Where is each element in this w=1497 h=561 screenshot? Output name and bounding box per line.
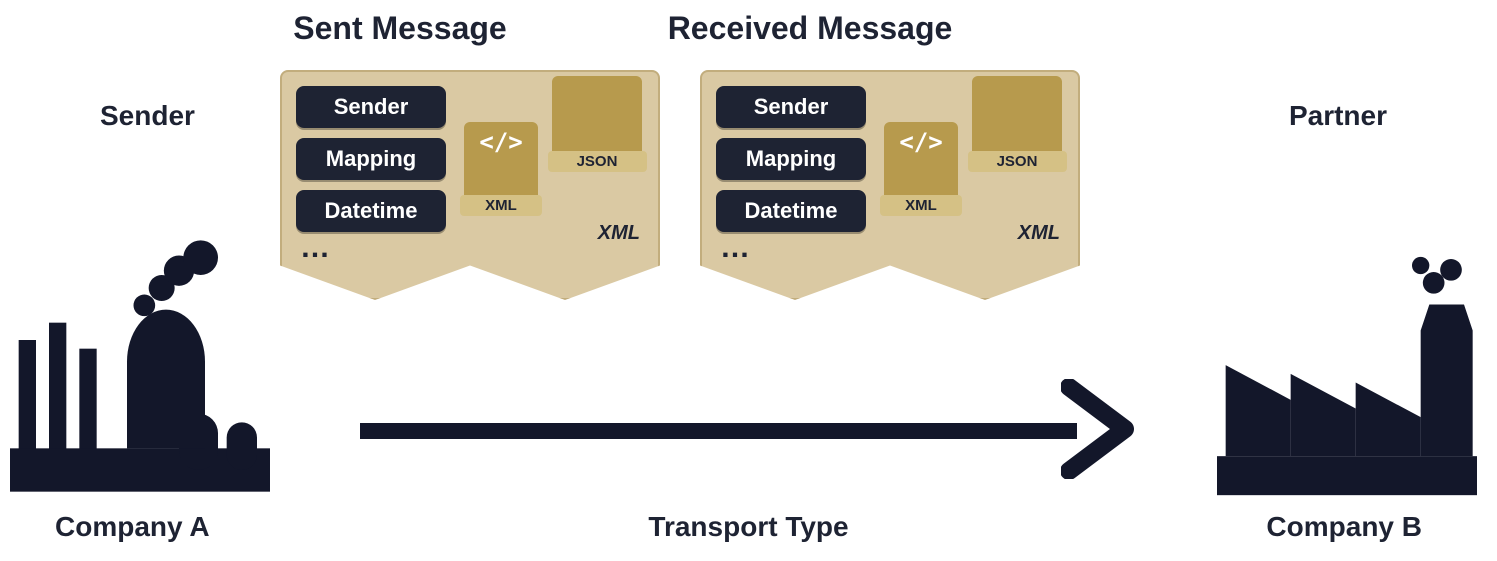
company-b-factory-icon xyxy=(1217,256,1477,496)
transport-type-label: Transport Type xyxy=(648,511,848,543)
sent-message-box: Sender Mapping Datetime … </> XML JSON X… xyxy=(280,70,660,300)
sender-role-label: Sender xyxy=(100,100,195,132)
recv-field-sender: Sender xyxy=(716,86,866,128)
arrow-shaft xyxy=(360,423,1077,439)
sent-json-label: JSON xyxy=(548,151,647,172)
sent-json-file-icon: JSON xyxy=(552,76,642,164)
recv-json-label: JSON xyxy=(968,151,1067,172)
arrow-head-icon xyxy=(1061,379,1141,479)
sent-field-sender: Sender xyxy=(296,86,446,128)
diagram-stage: Sent Message Received Message Sender Map… xyxy=(0,0,1497,561)
sent-field-datetime: Datetime xyxy=(296,190,446,232)
transport-arrow xyxy=(360,379,1137,479)
sent-more-dots: … xyxy=(300,240,334,255)
received-message-box: Sender Mapping Datetime … </> XML JSON X… xyxy=(700,70,1080,300)
code-glyph: </> xyxy=(899,122,942,156)
recv-xml-label: XML xyxy=(880,195,961,216)
company-a-label: Company A xyxy=(55,511,210,543)
code-glyph: </> xyxy=(479,122,522,156)
received-message-title: Received Message xyxy=(668,10,953,47)
recv-field-mapping: Mapping xyxy=(716,138,866,180)
sent-field-mapping: Mapping xyxy=(296,138,446,180)
recv-field-datetime: Datetime xyxy=(716,190,866,232)
sent-format-hint: XML xyxy=(598,222,640,245)
sent-xml-label: XML xyxy=(460,195,541,216)
company-a-factory-icon xyxy=(10,236,270,496)
blank-glyph xyxy=(590,76,604,110)
recv-format-hint: XML xyxy=(1018,222,1060,245)
sent-message-title: Sent Message xyxy=(293,10,506,47)
blank-glyph xyxy=(1010,76,1024,110)
recv-more-dots: … xyxy=(720,240,754,255)
sent-xml-file-icon: </> XML xyxy=(464,122,538,208)
recv-xml-file-icon: </> XML xyxy=(884,122,958,208)
partner-role-label: Partner xyxy=(1289,100,1387,132)
recv-json-file-icon: JSON xyxy=(972,76,1062,164)
company-b-label: Company B xyxy=(1266,511,1422,543)
